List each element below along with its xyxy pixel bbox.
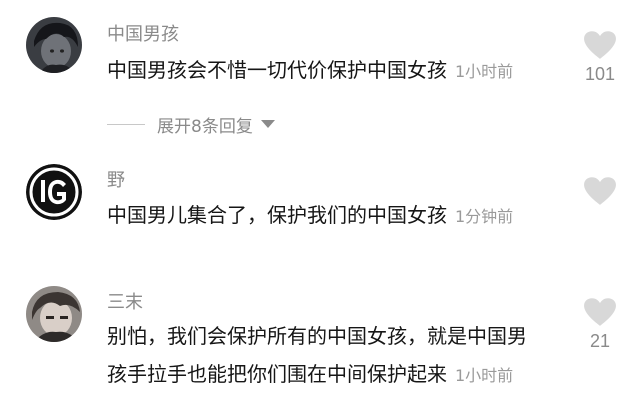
comment-body: 别怕，我们会保护所有的中国女孩，就是中国男 bbox=[107, 324, 527, 348]
heart-icon bbox=[584, 298, 616, 326]
timestamp: 1小时前 bbox=[455, 366, 514, 385]
comment-body: 中国男孩会不惜一切代价保护中国女孩 bbox=[107, 58, 447, 82]
comment-text: 中国男儿集合了，保护我们的中国女孩 1分钟前 bbox=[107, 197, 513, 235]
comment-body: 孩手拉手也能把你们围在中间保护起来 bbox=[107, 362, 447, 386]
like-button[interactable] bbox=[583, 176, 617, 210]
avatar[interactable] bbox=[26, 17, 82, 73]
avatar[interactable] bbox=[26, 164, 82, 220]
heart-icon bbox=[584, 31, 616, 59]
like-count: 101 bbox=[584, 64, 616, 84]
ig-logo-avatar-image bbox=[26, 164, 82, 220]
expand-replies-label: 展开8条回复 bbox=[157, 116, 253, 137]
dark-haired-boy-avatar-image bbox=[26, 17, 82, 73]
heart-icon bbox=[584, 177, 616, 205]
comment-text: 中国男孩会不惜一切代价保护中国女孩 1小时前 bbox=[107, 52, 513, 90]
like-button[interactable]: 21 bbox=[583, 297, 617, 352]
timestamp: 1分钟前 bbox=[455, 207, 514, 226]
username[interactable]: 野 bbox=[107, 166, 125, 192]
username[interactable]: 中国男孩 bbox=[107, 20, 179, 46]
comment-body: 中国男儿集合了，保护我们的中国女孩 bbox=[107, 203, 447, 227]
anime-character-avatar-image bbox=[26, 286, 82, 342]
like-count: 21 bbox=[589, 331, 611, 351]
expand-replies-button[interactable]: 展开8条回复 bbox=[107, 112, 275, 137]
divider bbox=[107, 123, 145, 125]
timestamp: 1小时前 bbox=[455, 62, 514, 81]
username[interactable]: 三末 bbox=[107, 288, 143, 314]
caret-down-icon bbox=[260, 120, 275, 128]
comment-text-line-2: 孩手拉手也能把你们围在中间保护起来 1小时前 bbox=[107, 356, 513, 394]
comment-text-line-1: 别怕，我们会保护所有的中国女孩，就是中国男 bbox=[107, 318, 527, 354]
avatar[interactable] bbox=[26, 286, 82, 342]
like-button[interactable]: 101 bbox=[583, 30, 617, 85]
